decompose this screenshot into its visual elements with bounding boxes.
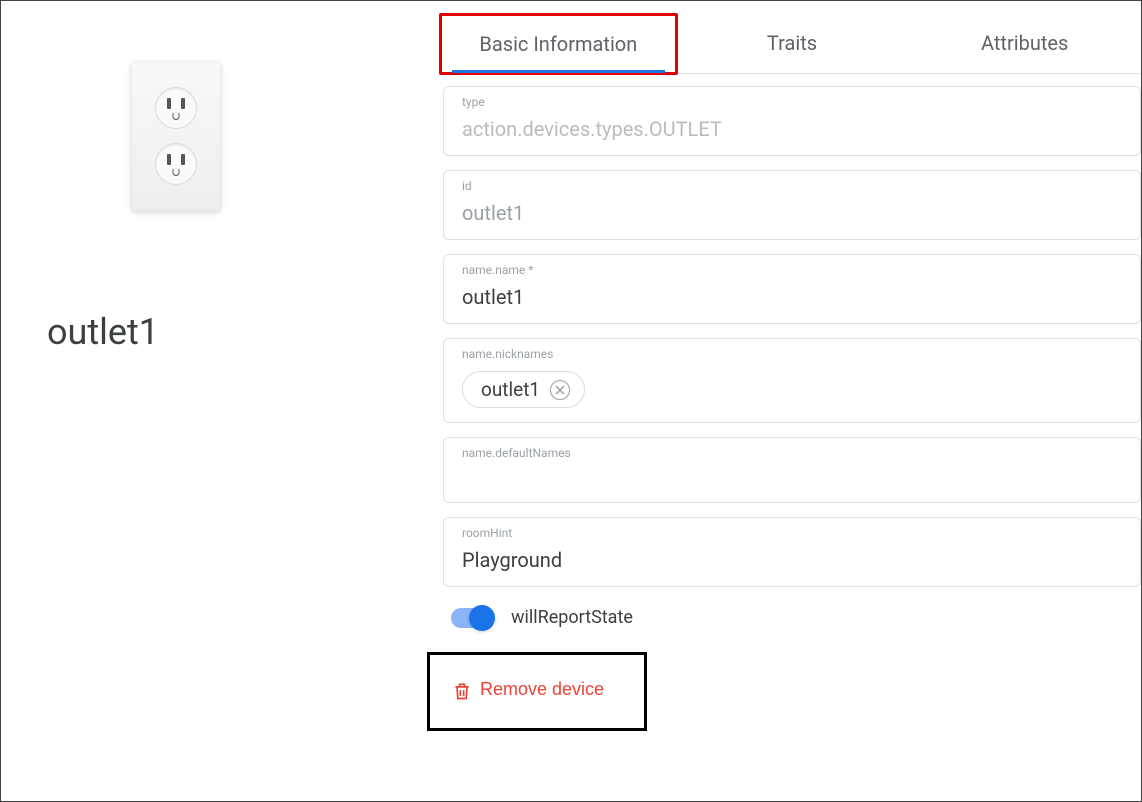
device-summary-panel: outlet1 (1, 1, 441, 801)
basic-information-form: type action.devices.types.OUTLET id outl… (441, 74, 1141, 731)
field-id[interactable]: id outlet1 (443, 170, 1141, 240)
field-name-name-value[interactable]: outlet1 (462, 285, 1122, 309)
device-details-panel: Basic Information Traits Attributes type… (441, 1, 1141, 801)
field-type[interactable]: type action.devices.types.OUTLET (443, 86, 1141, 156)
trash-icon (452, 680, 470, 700)
chip-remove-icon[interactable] (550, 380, 570, 400)
field-roomhint-label: roomHint (462, 526, 1122, 540)
toggle-willreportstate-row: willReportState (441, 601, 1141, 642)
toggle-willreportstate[interactable] (451, 608, 493, 628)
nickname-chip-label: outlet1 (481, 378, 540, 401)
tabs-bar: Basic Information Traits Attributes (441, 15, 1141, 74)
field-name-defaultnames[interactable]: name.defaultNames (443, 437, 1141, 503)
field-id-label: id (462, 179, 1122, 193)
field-name-defaultnames-label: name.defaultNames (462, 446, 1122, 460)
field-roomhint[interactable]: roomHint Playground (443, 517, 1141, 587)
tab-basic-information[interactable]: Basic Information (439, 13, 678, 75)
remove-device-button[interactable]: Remove device (444, 675, 612, 704)
field-name-nicknames[interactable]: name.nicknames outlet1 (443, 338, 1141, 423)
outlet-socket-icon (155, 87, 197, 129)
tab-attributes[interactable]: Attributes (908, 15, 1141, 73)
field-id-value: outlet1 (462, 201, 1122, 225)
field-name-name-label: name.name * (462, 263, 1122, 277)
field-name-name[interactable]: name.name * outlet1 (443, 254, 1141, 324)
device-title: outlet1 (47, 311, 159, 353)
toggle-willreportstate-label: willReportState (511, 607, 633, 628)
field-name-nicknames-label: name.nicknames (462, 347, 1122, 361)
remove-device-label: Remove device (480, 679, 604, 700)
outlet-socket-icon (155, 143, 197, 185)
remove-device-highlight: Remove device (427, 652, 647, 731)
field-roomhint-value[interactable]: Playground (462, 548, 1122, 572)
nickname-chip[interactable]: outlet1 (462, 371, 585, 408)
field-type-label: type (462, 95, 1122, 109)
field-type-value: action.devices.types.OUTLET (462, 117, 1122, 141)
tab-traits[interactable]: Traits (676, 15, 909, 73)
device-image-outlet (131, 61, 221, 211)
